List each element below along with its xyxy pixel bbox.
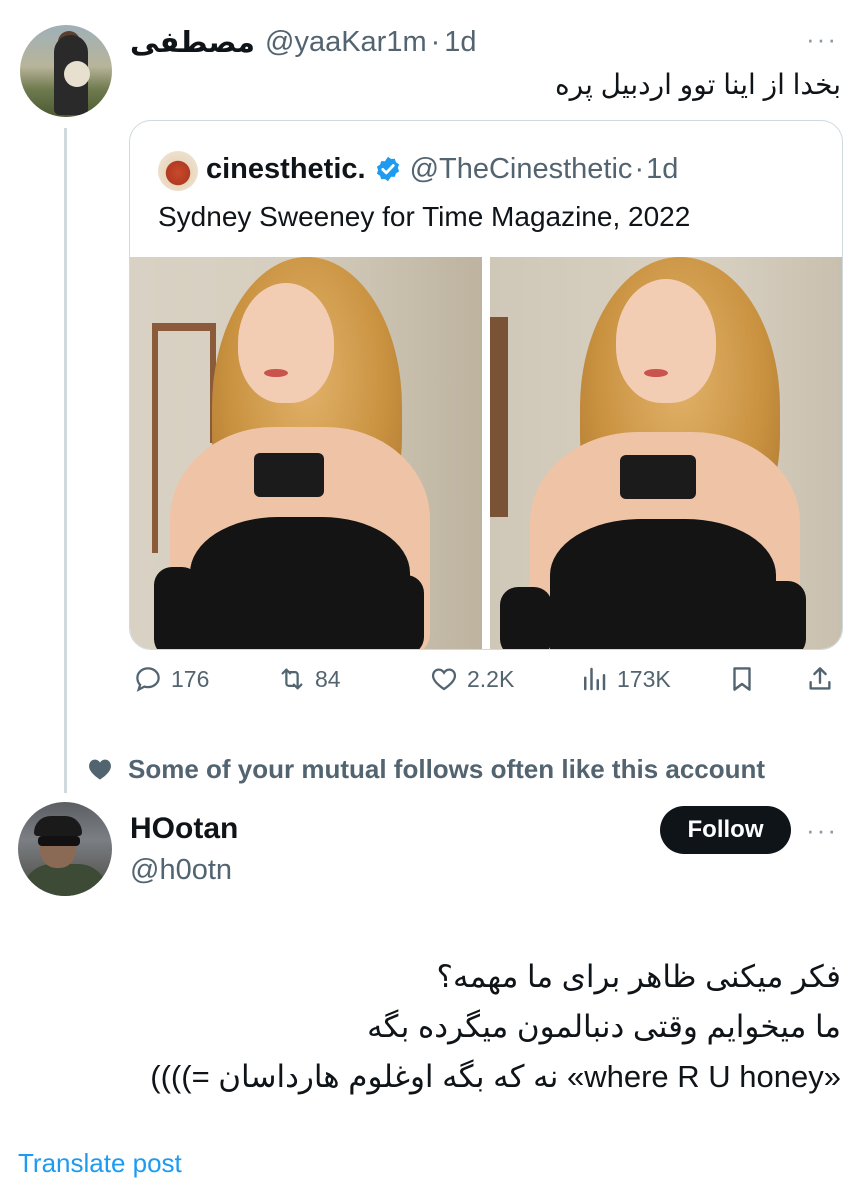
quoted-tweet-text: Sydney Sweeney for Time Magazine, 2022 [158, 201, 691, 232]
reply-button[interactable]: 176 [133, 664, 209, 694]
more-options-icon[interactable]: ··· [806, 815, 838, 846]
tweet-text-line: فکر میکنی ظاهر برای ما مهمه؟ [436, 959, 842, 994]
tweet-text-line: «where R U honey» نه که بگه اوغلوم هاردا… [150, 1059, 841, 1094]
separator-dot: · [634, 152, 645, 185]
tweet-text: فکر میکنی ظاهر برای ما مهمه؟ ما میخوایم … [150, 952, 841, 1102]
follow-button[interactable]: Follow [660, 806, 791, 854]
author-name[interactable]: HOotan [130, 812, 238, 846]
media-photo[interactable] [130, 257, 482, 649]
heart-icon [431, 668, 457, 691]
separator-dot: · [430, 25, 441, 58]
tweet-actions: 176 84 2.2K 173K [129, 664, 843, 704]
bookmark-icon [733, 667, 751, 691]
views-button[interactable]: 173K [579, 664, 671, 694]
tweet-header: مصطفى @yaaKar1m · 1d [130, 22, 477, 62]
quoted-timestamp: 1d [646, 152, 679, 185]
avatar[interactable] [18, 802, 112, 896]
repost-icon [281, 668, 303, 690]
author-name[interactable]: مصطفى [130, 25, 255, 60]
like-count: 2.2K [467, 665, 515, 692]
more-options-icon[interactable]: ··· [806, 24, 838, 55]
reply-count: 176 [171, 665, 210, 692]
author-handle[interactable]: @yaaKar1m [265, 26, 427, 59]
media-photo[interactable] [490, 257, 842, 649]
verified-badge-icon [376, 156, 399, 182]
view-count: 173K [617, 665, 671, 692]
social-context: Some of your mutual follows often like t… [86, 752, 765, 786]
share-icon [809, 667, 831, 690]
repost-count: 84 [315, 665, 341, 692]
translate-post-link[interactable]: Translate post [18, 1148, 182, 1179]
views-icon [584, 667, 606, 691]
quoted-tweet-header: cinesthetic. @TheCinesthetic · 1d [206, 149, 678, 189]
heart-filled-icon [89, 759, 111, 780]
quoted-author-name: cinesthetic. [206, 152, 366, 185]
bookmark-button[interactable] [727, 664, 757, 694]
quoted-author-handle: @TheCinesthetic [409, 152, 633, 185]
tweet-text: بخدا از اینا توو اردبیل پره [554, 69, 841, 100]
tweet-text-line: ما میخوایم وقتی دنبالمون میگرده بگه [367, 1009, 841, 1044]
thread-line [64, 128, 67, 793]
timestamp[interactable]: 1d [444, 26, 476, 59]
quoted-author-avatar [158, 151, 198, 191]
avatar[interactable] [20, 25, 112, 117]
reply-icon [136, 667, 160, 692]
social-context-text: Some of your mutual follows often like t… [128, 753, 766, 784]
repost-button[interactable]: 84 [277, 664, 341, 694]
quoted-tweet-card[interactable]: cinesthetic. @TheCinesthetic · 1d Sydney… [129, 120, 843, 650]
share-button[interactable] [805, 664, 835, 694]
like-button[interactable]: 2.2K [429, 664, 514, 694]
author-handle[interactable]: @h0otn [130, 854, 232, 887]
